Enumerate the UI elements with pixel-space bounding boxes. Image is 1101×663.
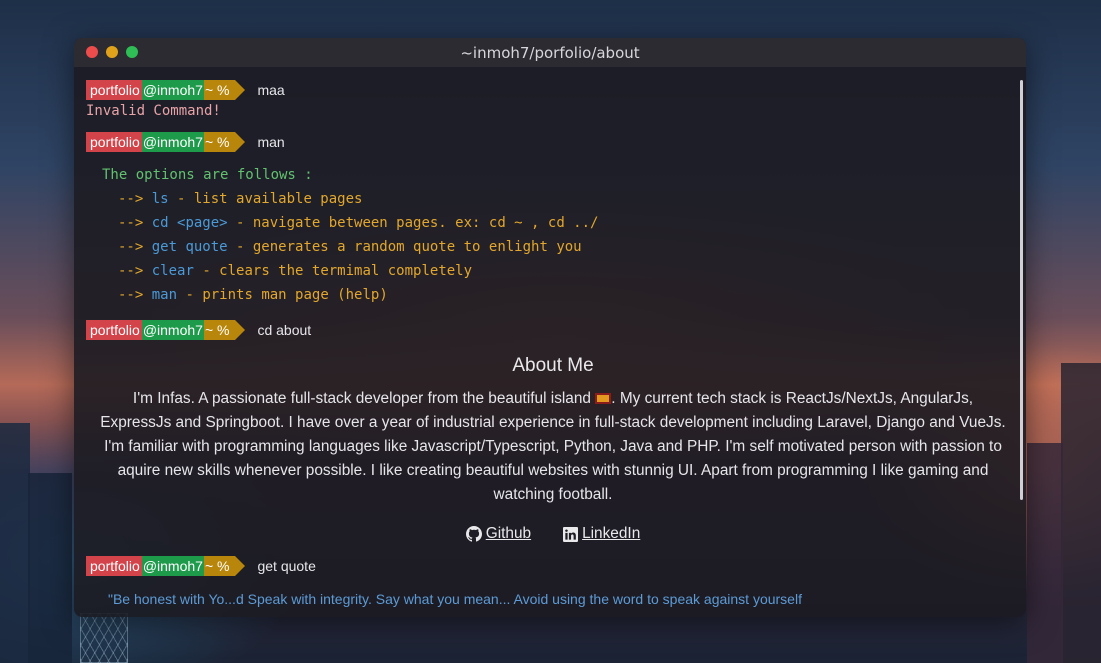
man-page: The options are follows : --> ls - list … <box>102 163 1020 307</box>
terminal-output[interactable]: portfolio @inmoh7 ~ % maa Invalid Command!… <box>86 67 1020 617</box>
prompt-host: @inmoh7 <box>141 132 204 152</box>
prompt-line: portfolio @inmoh7 ~ % get quote <box>86 555 1020 577</box>
prompt-line: portfolio @inmoh7 ~ % man <box>86 131 1020 153</box>
social-links: Github LinkedIn <box>100 525 1006 543</box>
prompt-dir: ~ % <box>203 80 245 100</box>
man-row: --> cd <page> - navigate between pages. … <box>102 211 1020 235</box>
prompt-user: portfolio <box>86 80 142 100</box>
arrow-marker: --> <box>118 263 144 279</box>
man-row: --> ls - list available pages <box>102 187 1020 211</box>
window-title: ~inmoh7/porfolio/about <box>460 43 640 62</box>
window-controls <box>86 46 138 58</box>
man-header: The options are follows : <box>102 167 313 183</box>
man-command: ls <box>151 191 169 207</box>
man-description: - navigate between pages. ex: cd ~ , cd … <box>227 215 599 231</box>
linkedin-link[interactable]: LinkedIn <box>563 525 640 543</box>
prompt-dir: ~ % <box>203 556 245 576</box>
prompt-line: portfolio @inmoh7 ~ % cd about <box>86 319 1020 341</box>
prompt-user: portfolio <box>86 556 142 576</box>
close-window-button[interactable] <box>86 46 98 58</box>
arrow-marker: --> <box>118 215 144 231</box>
error-message: Invalid Command! <box>86 103 221 119</box>
about-heading: About Me <box>512 355 594 376</box>
command-text: get quote <box>257 558 316 574</box>
prompt-user: portfolio <box>86 132 142 152</box>
github-icon <box>465 526 482 542</box>
background-building <box>28 473 72 663</box>
title-bar: ~inmoh7/porfolio/about <box>74 38 1026 67</box>
man-command: clear <box>151 263 194 279</box>
man-row: --> get quote - generates a random quote… <box>102 235 1020 259</box>
linkedin-icon <box>563 526 579 542</box>
maximize-window-button[interactable] <box>126 46 138 58</box>
command-text: cd about <box>257 322 312 338</box>
arrow-marker: --> <box>118 191 144 207</box>
terminal-window: ~inmoh7/porfolio/about portfolio @inmoh7 ~… <box>74 38 1026 617</box>
about-text-part: I'm Infas. A passionate full-stack devel… <box>132 390 596 407</box>
prompt-line: portfolio @inmoh7 ~ % maa <box>86 79 1020 101</box>
background-building <box>1027 443 1063 663</box>
background-building <box>0 423 30 663</box>
man-command: cd <page> <box>151 215 228 231</box>
command-text: maa <box>257 82 285 98</box>
prompt-host: @inmoh7 <box>141 80 204 100</box>
man-command: get quote <box>151 239 228 255</box>
man-row: --> clear - clears the termimal complete… <box>102 259 1020 283</box>
command-text: man <box>257 134 285 150</box>
background-hex-panel <box>80 613 128 663</box>
man-command: man <box>151 287 178 303</box>
scrollbar[interactable] <box>1020 80 1023 500</box>
man-description: - generates a random quote to enlight yo… <box>227 239 582 255</box>
quote-output: "Be honest with Yo...d Speak with integr… <box>108 591 802 607</box>
github-link[interactable]: Github <box>465 525 532 543</box>
man-description: - list available pages <box>168 191 363 207</box>
man-row: --> man - prints man page (help) <box>102 283 1020 307</box>
sri-lanka-flag-icon <box>595 393 612 404</box>
man-description: - clears the termimal completely <box>193 263 473 279</box>
arrow-marker: --> <box>118 239 144 255</box>
prompt-dir: ~ % <box>203 320 245 340</box>
arrow-marker: --> <box>118 287 144 303</box>
about-section: About Me I'm Infas. A passionate full-st… <box>86 355 1020 543</box>
prompt-host: @inmoh7 <box>141 556 204 576</box>
prompt-user: portfolio <box>86 320 142 340</box>
prompt-host: @inmoh7 <box>141 320 204 340</box>
minimize-window-button[interactable] <box>106 46 118 58</box>
github-link-label: Github <box>485 525 532 542</box>
background-building <box>1061 363 1101 663</box>
man-description: - prints man page (help) <box>177 287 388 303</box>
about-text: I'm Infas. A passionate full-stack devel… <box>100 387 1006 507</box>
linkedin-link-label: LinkedIn <box>582 525 641 542</box>
prompt-dir: ~ % <box>203 132 245 152</box>
